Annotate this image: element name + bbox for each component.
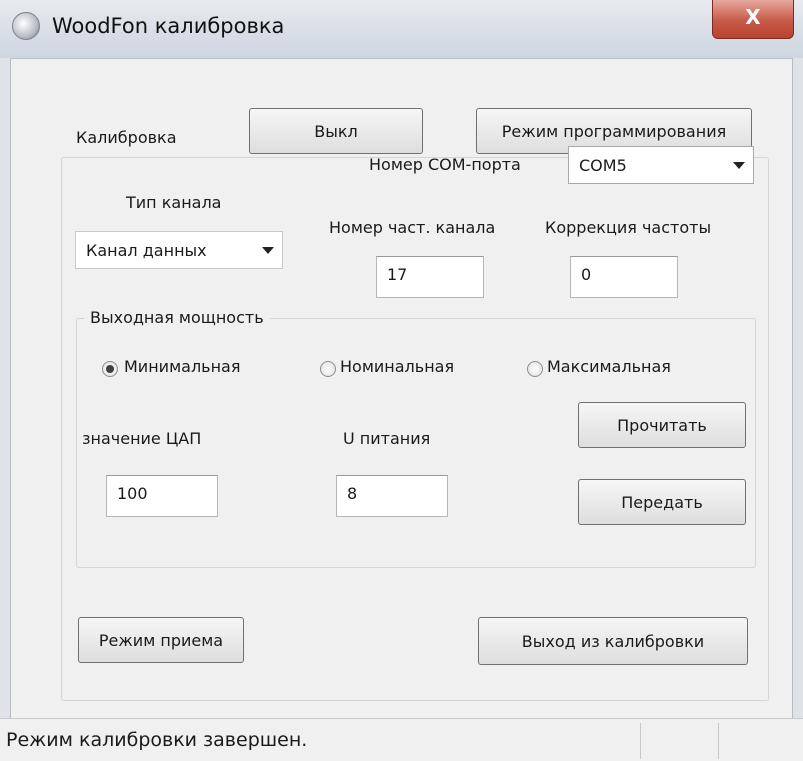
freq-channel-input[interactable]: 17 xyxy=(376,256,484,298)
radio-nominal-label: Номинальная xyxy=(340,357,455,376)
com-port-select[interactable]: COM5 xyxy=(568,146,754,184)
freq-correction-label: Коррекция частоты xyxy=(545,218,712,237)
exit-calibration-button[interactable]: Выход из калибровки xyxy=(478,617,748,665)
app-icon xyxy=(12,12,40,40)
output-power-group-title: Выходная мощность xyxy=(84,308,270,327)
radio-checked-icon xyxy=(102,361,118,377)
supply-voltage-input[interactable]: 8 xyxy=(336,475,448,517)
window-right-border xyxy=(792,58,803,718)
dac-input[interactable]: 100 xyxy=(106,475,218,517)
chevron-down-icon xyxy=(733,162,745,169)
com-port-label: Номер COM-порта xyxy=(369,155,521,174)
supply-voltage-label: U питания xyxy=(343,429,431,448)
receive-mode-button[interactable]: Режим приема xyxy=(78,617,244,663)
window-left-border xyxy=(0,58,11,718)
calibration-group-title: Калибровка xyxy=(70,128,183,147)
channel-type-label: Тип канала xyxy=(126,193,222,212)
close-button[interactable]: X xyxy=(712,0,794,39)
status-text: Режим калибровки завершен. xyxy=(6,729,308,751)
radio-unchecked-icon xyxy=(320,361,336,377)
send-button[interactable]: Передать xyxy=(578,479,746,525)
radio-minimal-label: Минимальная xyxy=(124,357,241,376)
com-port-value: COM5 xyxy=(579,155,627,175)
channel-type-value: Канал данных xyxy=(86,240,207,260)
window-title: WoodFon калибровка xyxy=(52,14,285,38)
status-bar: Режим калибровки завершен. xyxy=(0,718,803,761)
freq-channel-label: Номер част. канала xyxy=(329,218,496,237)
freq-correction-input[interactable]: 0 xyxy=(570,256,678,298)
dac-label: значение ЦАП xyxy=(82,429,202,448)
radio-maximal-label: Максимальная xyxy=(547,357,671,376)
radio-unchecked-icon xyxy=(527,361,543,377)
channel-type-select[interactable]: Канал данных xyxy=(75,231,283,269)
status-separator xyxy=(718,723,719,759)
title-bar: WoodFon калибровка X xyxy=(0,0,803,59)
read-button[interactable]: Прочитать xyxy=(578,402,746,448)
chevron-down-icon xyxy=(262,247,274,254)
status-separator xyxy=(640,723,641,759)
off-button[interactable]: Выкл xyxy=(249,108,423,154)
